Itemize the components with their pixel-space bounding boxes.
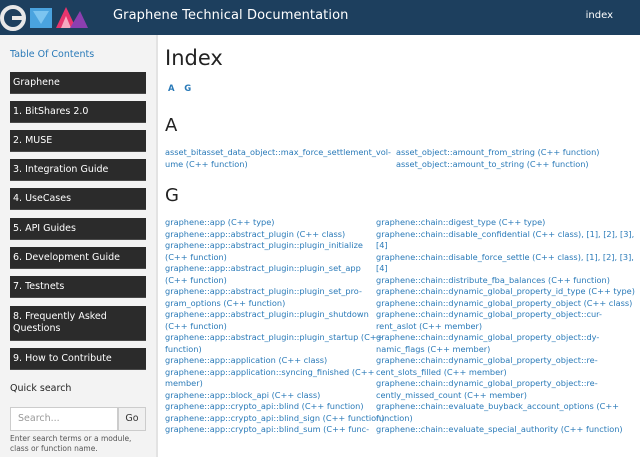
search-help-text: Enter search terms or a module, class or… bbox=[10, 434, 132, 453]
index-entry[interactable]: graphene::chain::dynamic_global_property… bbox=[376, 378, 598, 388]
index-entry[interactable]: graphene::app::application::syncing_fini… bbox=[165, 367, 374, 377]
index-entry[interactable]: [4] bbox=[376, 240, 388, 250]
sidebar-item-development-guide[interactable]: 6. Development Guide bbox=[10, 247, 146, 269]
section-heading-g: G bbox=[165, 185, 179, 206]
index-entry[interactable]: cent_slots_filled (C++ member) bbox=[376, 367, 507, 377]
index-entry[interactable]: graphene::app::application (C++ class) bbox=[165, 355, 327, 365]
sidebar-item-how-to-contribute[interactable]: 9. How to Contribute bbox=[10, 348, 146, 370]
index-entry[interactable]: graphene::chain::dynamic_global_property… bbox=[376, 355, 598, 365]
quick-search-title: Quick search bbox=[10, 383, 72, 394]
sidebar-item-integration-guide[interactable]: 3. Integration Guide bbox=[10, 159, 146, 181]
letter-link-a[interactable]: A bbox=[168, 84, 175, 94]
sidebar-item-api-guides[interactable]: 5. API Guides bbox=[10, 218, 146, 240]
index-entry[interactable]: graphene::app::crypto_api::blind (C++ fu… bbox=[165, 401, 364, 411]
index-column-a2: asset_object::amount_from_string (C++ fu… bbox=[396, 147, 636, 170]
site-title[interactable]: Graphene Technical Documentation bbox=[113, 8, 349, 23]
index-entry[interactable]: graphene::chain::evaluate_special_author… bbox=[376, 424, 623, 434]
index-entry[interactable]: graphene::chain::dynamic_global_property… bbox=[376, 298, 632, 308]
index-entry[interactable]: rent_aslot (C++ member) bbox=[376, 321, 482, 331]
sidebar-item-testnets[interactable]: 7. Testnets bbox=[10, 276, 146, 298]
index-entry[interactable]: member) bbox=[165, 378, 203, 388]
graphene-logo-icon[interactable] bbox=[0, 2, 90, 33]
index-entry[interactable]: graphene::chain::disable_confidential (C… bbox=[376, 229, 634, 239]
index-entry[interactable]: graphene::app::crypto_api::blind_sign (C… bbox=[165, 413, 385, 423]
index-entry[interactable]: (C++ function) bbox=[165, 252, 227, 262]
index-entry[interactable]: function) bbox=[376, 413, 413, 423]
sidebar-item-muse[interactable]: 2. MUSE bbox=[10, 130, 146, 152]
letter-link-g[interactable]: G bbox=[184, 84, 191, 94]
index-link[interactable]: index bbox=[586, 10, 613, 21]
sidebar-item-faq[interactable]: 8. Frequently Asked Questions bbox=[10, 306, 146, 341]
section-heading-a: A bbox=[165, 115, 178, 136]
index-entry[interactable]: graphene::chain::dynamic_global_property… bbox=[376, 332, 599, 342]
index-entry[interactable]: graphene::app::abstract_plugin::plugin_s… bbox=[165, 309, 369, 319]
index-entry[interactable]: asset_object::amount_from_string (C++ fu… bbox=[396, 147, 599, 157]
index-entry[interactable]: graphene::chain::dynamic_global_property… bbox=[376, 286, 635, 296]
search-input[interactable]: Search... bbox=[10, 407, 118, 431]
index-entry[interactable]: graphene::app::abstract_plugin::plugin_i… bbox=[165, 240, 363, 250]
sidebar-item-bitshares[interactable]: 1. BitShares 2.0 bbox=[10, 101, 146, 123]
sidebar-divider bbox=[156, 35, 158, 457]
index-entry[interactable]: gram_options (C++ function) bbox=[165, 298, 285, 308]
index-entry[interactable]: (C++ function) bbox=[165, 275, 227, 285]
index-entry[interactable]: graphene::chain::evaluate_buyback_accoun… bbox=[376, 401, 619, 411]
index-entry[interactable]: graphene::chain::dynamic_global_property… bbox=[376, 309, 602, 319]
search-go-button[interactable]: Go bbox=[118, 407, 146, 431]
index-entry[interactable]: [4] bbox=[376, 263, 388, 273]
index-entry[interactable]: asset_bitasset_data_object::max_force_se… bbox=[165, 147, 391, 157]
index-entry[interactable]: function) bbox=[165, 344, 202, 354]
index-entry[interactable]: cently_missed_count (C++ member) bbox=[376, 390, 527, 400]
sidebar-item-usecases[interactable]: 4. UseCases bbox=[10, 188, 146, 210]
index-entry[interactable]: graphene::chain::disable_force_settle (C… bbox=[376, 252, 634, 262]
toc-title-link[interactable]: Table Of Contents bbox=[10, 49, 94, 60]
index-entry[interactable]: graphene::app::abstract_plugin::plugin_s… bbox=[165, 263, 361, 273]
index-column-g2: graphene::chain::digest_type (C++ type) … bbox=[376, 217, 638, 436]
sidebar-item-graphene[interactable]: Graphene bbox=[10, 72, 146, 94]
index-column-a1: asset_bitasset_data_object::max_force_se… bbox=[165, 147, 393, 170]
index-entry[interactable]: graphene::app::abstract_plugin::plugin_s… bbox=[165, 332, 384, 342]
index-entry[interactable]: graphene::app::block_api (C++ class) bbox=[165, 390, 320, 400]
index-entry[interactable]: graphene::chain::distribute_fba_balances… bbox=[376, 275, 610, 285]
index-entry[interactable]: namic_flags (C++ member) bbox=[376, 344, 490, 354]
index-entry[interactable]: asset_object::amount_to_string (C++ func… bbox=[396, 159, 589, 169]
index-column-g1: graphene::app (C++ type) graphene::app::… bbox=[165, 217, 385, 436]
index-entry[interactable]: graphene::app (C++ type) bbox=[165, 217, 274, 227]
index-entry[interactable]: graphene::app::abstract_plugin::plugin_s… bbox=[165, 286, 362, 296]
top-bar: Graphene Technical Documentation index bbox=[0, 0, 640, 35]
index-entry[interactable]: graphene::app::abstract_plugin (C++ clas… bbox=[165, 229, 345, 239]
index-entry[interactable]: (C++ function) bbox=[165, 321, 227, 331]
index-entry[interactable]: graphene::chain::digest_type (C++ type) bbox=[376, 217, 545, 227]
page-title: Index bbox=[165, 46, 223, 70]
letter-nav: A G bbox=[168, 84, 198, 94]
index-entry[interactable]: graphene::app::crypto_api::blind_sum (C+… bbox=[165, 424, 369, 434]
index-entry[interactable]: ume (C++ function) bbox=[165, 159, 248, 169]
